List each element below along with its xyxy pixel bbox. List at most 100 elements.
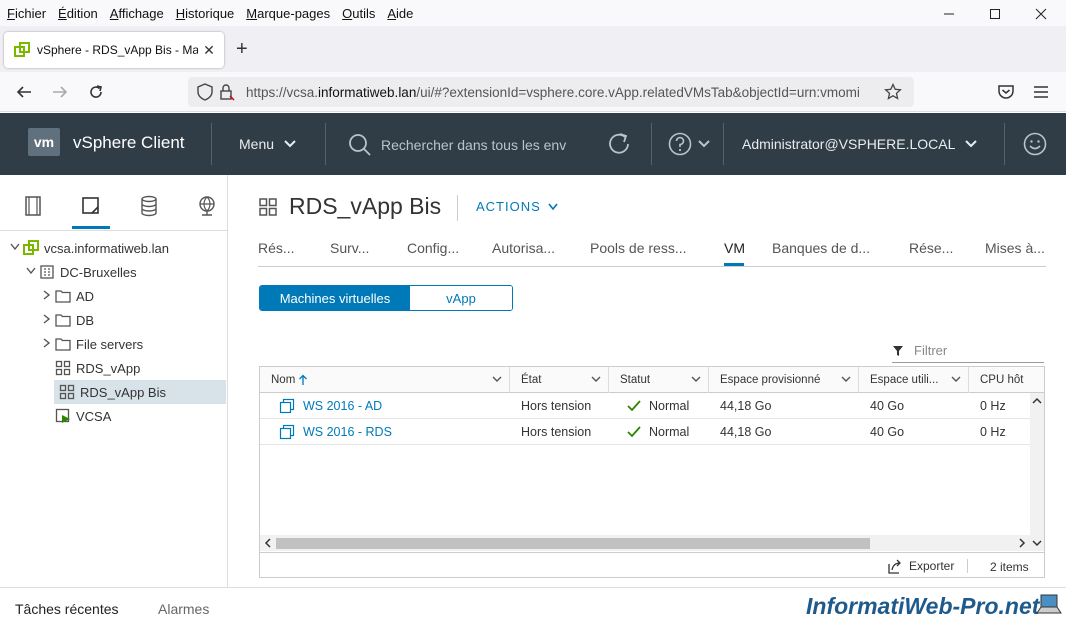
vm-used-space: 40 Go [870, 399, 905, 413]
vm-logo[interactable]: vm [28, 128, 60, 156]
filter-input[interactable]: Filtrer [892, 339, 1044, 363]
scroll-left-icon[interactable] [262, 535, 274, 551]
chevron-down-icon[interactable] [491, 373, 503, 385]
alarms-tab[interactable]: Alarmes [158, 601, 209, 617]
horizontal-scrollbar[interactable] [260, 535, 1030, 551]
laptop-icon [1036, 594, 1062, 614]
tab-datastores[interactable]: Banques de d... [772, 240, 870, 256]
forward-icon[interactable] [48, 80, 72, 104]
actions-dropdown[interactable]: ACTIONS [476, 199, 559, 214]
vertical-scrollbar[interactable] [1030, 393, 1044, 551]
tab-summary[interactable]: Rés... [258, 240, 295, 256]
hosts-clusters-icon[interactable] [20, 193, 46, 219]
chevron-down-icon[interactable] [950, 373, 962, 385]
header-divider [1004, 123, 1005, 165]
check-icon [627, 426, 641, 438]
tab-vms[interactable]: VM [724, 240, 745, 256]
tree-item-vcenter[interactable]: vcsa.informatiweb.lan [0, 236, 228, 260]
chevron-down-icon[interactable] [840, 373, 852, 385]
column-header-state[interactable]: État [510, 367, 609, 393]
menu-edition[interactable]: Édition [58, 6, 98, 21]
scroll-right-icon[interactable] [1016, 535, 1028, 551]
global-search-input[interactable]: Rechercher dans tous les env [348, 133, 566, 157]
tab-permissions[interactable]: Autorisa... [492, 240, 555, 256]
menu-dropdown[interactable]: Menu [239, 136, 296, 152]
tab-configure[interactable]: Config... [407, 240, 459, 256]
menu-affichage[interactable]: Affichage [110, 6, 164, 21]
tab-updates[interactable]: Mises à... [985, 240, 1045, 256]
menu-historique[interactable]: Historique [176, 6, 235, 21]
vm-name-link[interactable]: WS 2016 - AD [303, 399, 382, 413]
back-icon[interactable] [12, 80, 36, 104]
menu-marque-pages[interactable]: Marque-pages [246, 6, 330, 21]
app-name[interactable]: vSphere Client [73, 133, 185, 153]
tab-resource-pools[interactable]: Pools de ress... [590, 240, 687, 256]
toggle-vapp-button[interactable]: vApp [410, 286, 512, 310]
column-header-status[interactable]: Statut [609, 367, 709, 393]
tree-item-folder-file-servers[interactable]: File servers [0, 332, 228, 356]
hamburger-menu-icon[interactable] [1029, 80, 1053, 104]
url-bar[interactable]: https://vcsa.informatiweb.lan/ui/#?exten… [188, 77, 914, 107]
storage-icon[interactable] [136, 193, 162, 219]
horizontal-scroll-thumb[interactable] [276, 538, 870, 549]
networking-icon[interactable] [194, 193, 220, 219]
lock-icon[interactable] [216, 83, 238, 101]
browser-tab-active[interactable]: vSphere - RDS_vApp Bis - Machi ✕ [4, 32, 224, 68]
table-row[interactable]: WS 2016 - AD Hors tension Normal 44,18 G… [260, 393, 1030, 419]
bookmark-star-icon[interactable] [882, 83, 904, 101]
tree-item-folder-db[interactable]: DB [0, 308, 228, 332]
scroll-up-icon[interactable] [1030, 395, 1044, 407]
chevron-down-icon[interactable] [690, 373, 702, 385]
vm-status: Normal [616, 419, 689, 445]
help-dropdown[interactable] [668, 132, 710, 156]
new-tab-icon[interactable]: + [236, 38, 248, 61]
recent-tasks-tab[interactable]: Tâches récentes [15, 601, 119, 617]
menu-aide[interactable]: Aide [387, 6, 413, 21]
tab-networks[interactable]: Rése... [909, 240, 953, 256]
toggle-virtual-machines-button[interactable]: Machines virtuelles [260, 286, 410, 310]
chevron-down-icon[interactable] [8, 242, 22, 254]
refresh-icon[interactable] [606, 131, 632, 162]
menu-outils[interactable]: Outils [342, 6, 375, 21]
vapp-icon [54, 360, 72, 376]
vms-templates-icon[interactable] [78, 193, 104, 219]
user-menu[interactable]: Administrator@VSPHERE.LOCAL [742, 136, 977, 152]
navigation-bar: https://vcsa.informatiweb.lan/ui/#?exten… [0, 72, 1066, 112]
tree-item-folder-ad[interactable]: AD [0, 284, 228, 308]
tree-item-vapp-rds-bis[interactable]: RDS_vApp Bis [54, 380, 226, 404]
maximize-button[interactable] [972, 0, 1018, 28]
chevron-right-icon[interactable] [40, 313, 54, 327]
chevron-down-icon[interactable] [590, 373, 602, 385]
column-header-used-space[interactable]: Espace utili... [859, 367, 969, 393]
vm-status: Normal [616, 393, 689, 419]
close-tab-icon[interactable]: ✕ [198, 42, 220, 59]
export-button[interactable]: Exporter [887, 558, 954, 574]
reload-icon[interactable] [84, 80, 108, 104]
tree-item-datacenter[interactable]: DC-Bruxelles [0, 260, 228, 284]
sort-ascending-icon [299, 374, 308, 385]
tab-monitor[interactable]: Surv... [330, 240, 369, 256]
url-text: https://vcsa.informatiweb.lan/ui/#?exten… [246, 84, 860, 100]
chevron-down-icon[interactable] [24, 266, 38, 278]
column-header-name[interactable]: Nom [260, 367, 510, 393]
scroll-down-icon[interactable] [1030, 537, 1044, 549]
column-header-host-cpu[interactable]: CPU hôt [969, 367, 1044, 393]
menu-fichier[interactable]: Fichier [7, 6, 46, 21]
pocket-icon[interactable] [994, 80, 1018, 104]
chevron-down-icon [965, 140, 977, 148]
chevron-right-icon[interactable] [40, 289, 54, 303]
feedback-smiley-icon[interactable] [1023, 132, 1047, 161]
shield-icon[interactable] [194, 83, 216, 101]
footer-divider [967, 559, 968, 573]
tree-item-vapp-rds[interactable]: RDS_vApp [0, 356, 228, 380]
table-row[interactable]: WS 2016 - RDS Hors tension Normal 44,18 … [260, 419, 1030, 445]
datagrid-footer: Exporter 2 items [260, 552, 1044, 578]
column-header-provisioned-space[interactable]: Espace provisionné [709, 367, 859, 393]
vm-name-link[interactable]: WS 2016 - RDS [303, 425, 392, 439]
bottom-panel: Tâches récentes Alarmes InformatiWeb-Pro… [0, 587, 1066, 624]
minimize-button[interactable] [926, 0, 972, 28]
active-view-indicator [72, 226, 110, 229]
chevron-right-icon[interactable] [40, 337, 54, 351]
close-window-button[interactable] [1018, 0, 1064, 28]
tree-item-vm-vcsa[interactable]: VCSA [0, 404, 228, 428]
